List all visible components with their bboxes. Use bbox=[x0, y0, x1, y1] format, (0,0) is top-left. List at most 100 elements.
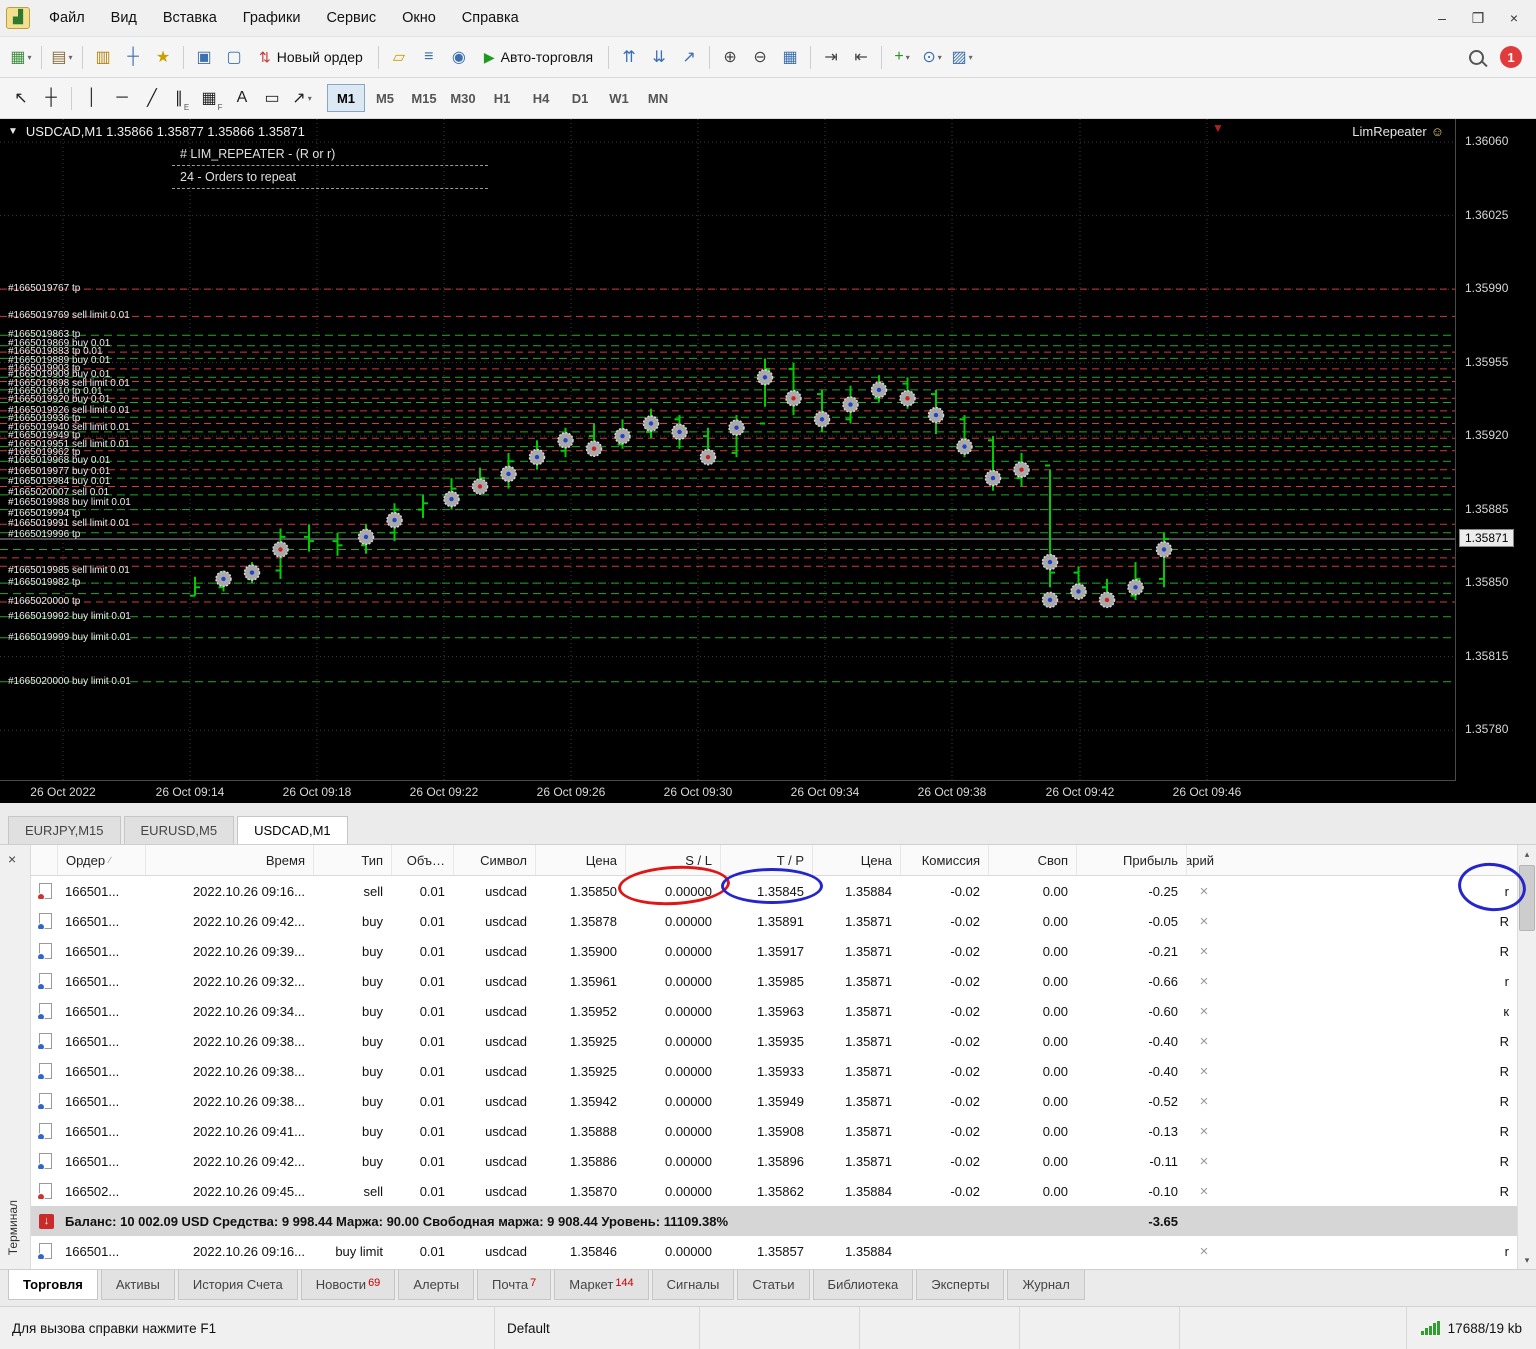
depth-of-market-icon[interactable]: ≡ bbox=[414, 43, 444, 72]
tile-windows-icon[interactable]: ▦ bbox=[775, 43, 805, 72]
close-order-icon[interactable]: × bbox=[1186, 913, 1222, 930]
column-header-8[interactable]: Цена bbox=[812, 845, 900, 875]
timeframe-m5[interactable]: M5 bbox=[366, 84, 404, 112]
column-header-1[interactable]: Время bbox=[145, 845, 313, 875]
auto-scroll-icon[interactable]: ⇥ bbox=[816, 43, 846, 72]
column-header-5[interactable]: Цена bbox=[535, 845, 625, 875]
crosshair-icon[interactable]: ┼ bbox=[36, 84, 66, 113]
close-order-icon[interactable]: × bbox=[1186, 1033, 1222, 1050]
search-icon[interactable] bbox=[1469, 49, 1484, 65]
timeframe-m15[interactable]: M15 bbox=[405, 84, 443, 112]
close-order-icon[interactable]: × bbox=[1186, 1153, 1222, 1170]
arrows-icon[interactable]: ↗ ▾ bbox=[287, 84, 317, 113]
trendline-icon[interactable]: ╱ bbox=[137, 84, 167, 113]
horizontal-line-icon[interactable]: ─ bbox=[107, 84, 137, 113]
close-order-icon[interactable]: × bbox=[1186, 943, 1222, 960]
terminal-tab-маркет[interactable]: Маркет 144 bbox=[554, 1270, 649, 1300]
column-header-4[interactable]: Символ bbox=[453, 845, 535, 875]
autotrade-button[interactable]: ▶ Авто-торговля bbox=[474, 45, 603, 70]
timeframe-h4[interactable]: H4 bbox=[522, 84, 560, 112]
order-row[interactable]: 166501... 2022.10.26 09:38... buy 0.01 usdca… bbox=[31, 1026, 1517, 1056]
column-header-2[interactable]: Тип bbox=[313, 845, 391, 875]
terminal-tab-торговля[interactable]: Торговля bbox=[8, 1270, 98, 1300]
column-header-11[interactable]: Прибыль bbox=[1076, 845, 1186, 875]
timeframe-h1[interactable]: H1 bbox=[483, 84, 521, 112]
close-order-icon[interactable]: × bbox=[1186, 883, 1222, 900]
cursor-icon[interactable]: ↖ bbox=[6, 84, 36, 113]
order-row[interactable]: 166502... 2022.10.26 09:45... sell 0.01 usdc… bbox=[31, 1176, 1517, 1206]
chart-shift-icon[interactable]: ⇤ bbox=[846, 43, 876, 72]
close-order-icon[interactable]: × bbox=[1186, 1063, 1222, 1080]
terminal-tab-библиотека[interactable]: Библиотека bbox=[812, 1270, 914, 1300]
terminal-tab-история-счета[interactable]: История Счета bbox=[177, 1270, 298, 1300]
timeframe-m30[interactable]: M30 bbox=[444, 84, 482, 112]
menu-item-3[interactable]: Графики bbox=[230, 4, 314, 32]
timeframe-w1[interactable]: W1 bbox=[600, 84, 638, 112]
periods-icon[interactable]: ⊙ ▾ bbox=[917, 43, 947, 72]
new-order-button[interactable]: ⇅ Новый ордер bbox=[249, 45, 373, 70]
order-row[interactable]: 166501... 2022.10.26 09:38... buy 0.01 usdca… bbox=[31, 1056, 1517, 1086]
terminal-close-icon[interactable]: × bbox=[8, 851, 16, 867]
vertical-line-icon[interactable]: │ bbox=[77, 84, 107, 113]
templates-icon[interactable]: ▨ ▾ bbox=[947, 43, 977, 72]
column-header-12[interactable]: Комментарий bbox=[1186, 845, 1222, 875]
terminal-scrollbar[interactable]: ▴ ▾ bbox=[1517, 845, 1536, 1269]
column-header-7[interactable]: T / P bbox=[720, 845, 812, 875]
terminal-tab-новости[interactable]: Новости 69 bbox=[300, 1270, 396, 1300]
close-order-icon[interactable]: × bbox=[1186, 1183, 1222, 1200]
zoom-out-icon[interactable]: ⊖ bbox=[745, 43, 775, 72]
close-order-icon[interactable]: × bbox=[1186, 1003, 1222, 1020]
balance-chart-icon[interactable]: ⇊ bbox=[644, 43, 674, 72]
column-header-6[interactable]: S / L bbox=[625, 845, 720, 875]
terminal-tab-сигналы[interactable]: Сигналы bbox=[651, 1270, 735, 1300]
close-button[interactable]: × bbox=[1496, 4, 1532, 32]
profiles-icon[interactable]: ▤ ▾ bbox=[47, 43, 77, 72]
chart-canvas[interactable] bbox=[0, 119, 1456, 781]
minimize-button[interactable]: – bbox=[1424, 4, 1460, 32]
pending-order-row[interactable]: 166501... 2022.10.26 09:16... buy limit 0.0… bbox=[31, 1236, 1517, 1266]
chart-tab-eurusd-m5[interactable]: EURUSD,M5 bbox=[123, 816, 235, 844]
order-row[interactable]: 166501... 2022.10.26 09:42... buy 0.01 usdca… bbox=[31, 1146, 1517, 1176]
column-header-3[interactable]: Объ… bbox=[391, 845, 453, 875]
close-order-icon[interactable]: × bbox=[1186, 973, 1222, 990]
chart-area[interactable]: ▼ USDCAD,M1 1.35866 1.35877 1.35866 1.35… bbox=[0, 119, 1536, 803]
web-terminal-icon[interactable]: ◉ bbox=[444, 43, 474, 72]
scroll-to-end-marker[interactable]: ▼ bbox=[1212, 121, 1224, 135]
column-header-9[interactable]: Комиссия bbox=[900, 845, 988, 875]
market-watch-icon[interactable]: ▥ bbox=[88, 43, 118, 72]
column-header-0[interactable]: Ордер ∕ bbox=[57, 845, 145, 875]
restore-button[interactable]: ❐ bbox=[1460, 4, 1496, 32]
menu-item-5[interactable]: Окно bbox=[389, 4, 449, 32]
menu-item-2[interactable]: Вставка bbox=[150, 4, 230, 32]
text-icon[interactable]: A bbox=[227, 84, 257, 113]
status-profile[interactable]: Default bbox=[495, 1307, 700, 1349]
menu-item-0[interactable]: Файл bbox=[36, 4, 98, 32]
menu-item-6[interactable]: Справка bbox=[449, 4, 532, 32]
terminal-tab-статьи[interactable]: Статьи bbox=[737, 1270, 810, 1300]
navigator-icon[interactable]: ★ bbox=[148, 43, 178, 72]
order-row[interactable]: 166501... 2022.10.26 09:16... sell 0.01 usdc… bbox=[31, 876, 1517, 906]
close-order-icon[interactable]: × bbox=[1186, 1093, 1222, 1110]
notification-badge[interactable]: 1 bbox=[1500, 46, 1522, 68]
terminal-tab-почта[interactable]: Почта 7 bbox=[477, 1270, 552, 1300]
report-chart-icon[interactable]: ⇈ bbox=[614, 43, 644, 72]
data-window-icon[interactable]: ┼ bbox=[118, 43, 148, 72]
close-order-icon[interactable]: × bbox=[1186, 1123, 1222, 1140]
scroll-down-icon[interactable]: ▾ bbox=[1518, 1251, 1536, 1269]
text-label-icon[interactable]: ▭ bbox=[257, 84, 287, 113]
terminal-tab-журнал[interactable]: Журнал bbox=[1007, 1270, 1085, 1300]
chart-dropdown-icon[interactable]: ▼ bbox=[8, 126, 18, 137]
zoom-in-icon[interactable]: ⊕ bbox=[715, 43, 745, 72]
new-chart-icon[interactable]: ▦ ▾ bbox=[6, 43, 36, 72]
order-row[interactable]: 166501... 2022.10.26 09:39... buy 0.01 usdca… bbox=[31, 936, 1517, 966]
column-header-10[interactable]: Своп bbox=[988, 845, 1076, 875]
order-row[interactable]: 166501... 2022.10.26 09:41... buy 0.01 usdca… bbox=[31, 1116, 1517, 1146]
chart-tab-eurjpy-m15[interactable]: EURJPY,M15 bbox=[8, 816, 121, 844]
terminal-tab-эксперты[interactable]: Эксперты bbox=[916, 1270, 1005, 1300]
fibonacci-icon[interactable]: ▦ F bbox=[197, 84, 227, 113]
price-axis[interactable]: 1.35871 1.36060 1.36025 1.35990 1.35955 1.35… bbox=[1455, 119, 1536, 781]
eraser-icon[interactable]: ▱ bbox=[384, 43, 414, 72]
timeframe-mn[interactable]: MN bbox=[639, 84, 677, 112]
chart-tab-usdcad-m1[interactable]: USDCAD,M1 bbox=[237, 816, 348, 844]
menu-item-4[interactable]: Сервис bbox=[313, 4, 389, 32]
